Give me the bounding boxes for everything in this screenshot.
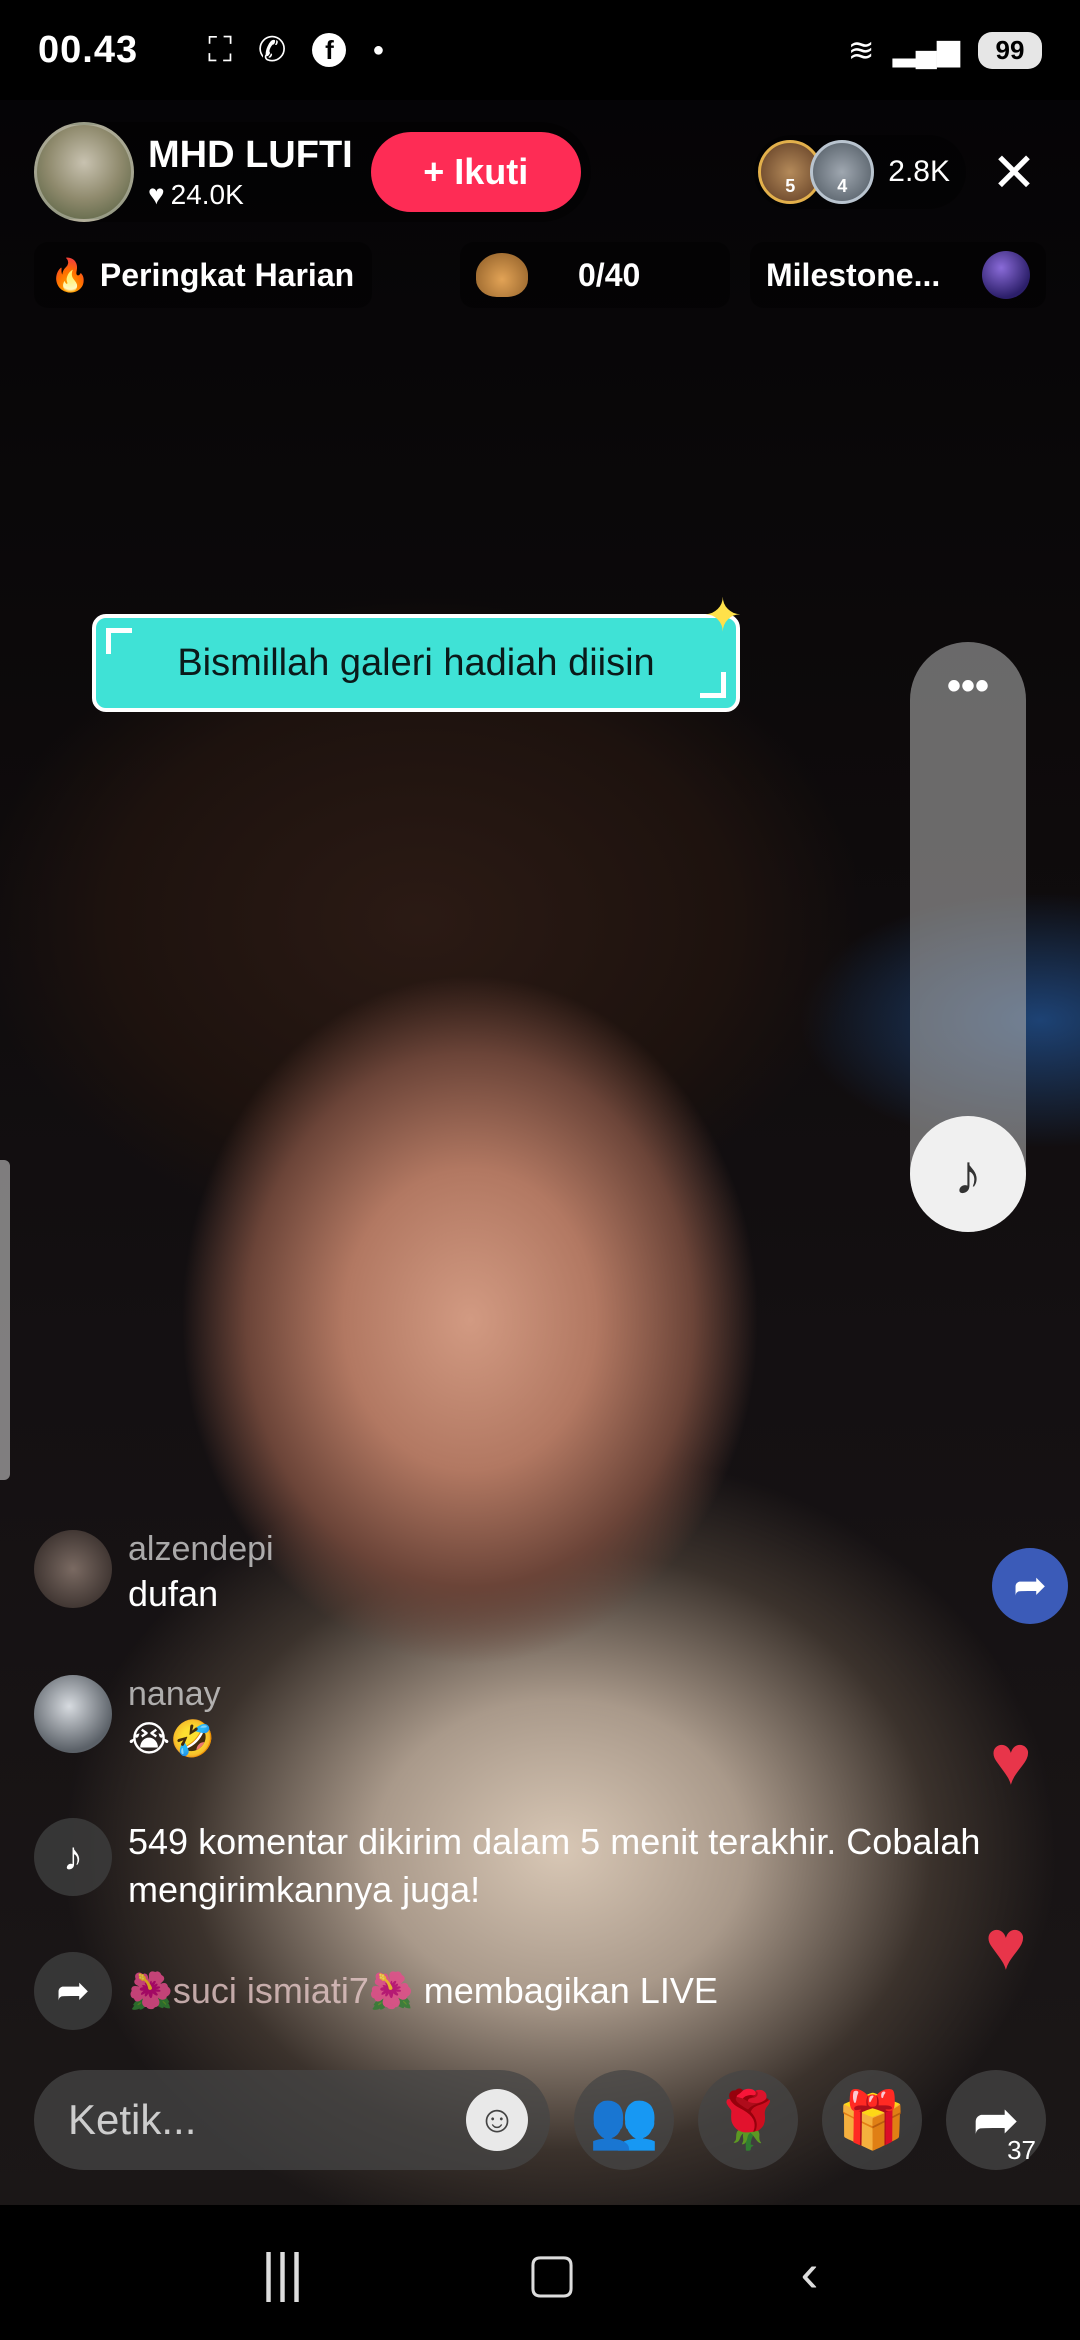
home-icon[interactable]: ▢: [527, 2241, 578, 2304]
share-icon: ➦: [34, 1952, 112, 2030]
host-avatar[interactable]: [34, 122, 134, 222]
comment-placeholder: Ketik...: [68, 2096, 197, 2143]
status-time: 00.43: [38, 28, 139, 71]
comment-username[interactable]: nanay: [128, 1675, 221, 1714]
share-action: membagikan LIVE: [423, 1970, 718, 2011]
heart-icon: ♥: [148, 178, 165, 210]
emoji-icon[interactable]: ☺: [466, 2089, 528, 2151]
screenshot-icon: ⛶: [208, 30, 232, 69]
goal-progress: 0/40: [578, 256, 641, 293]
chat-comment[interactable]: alzendepi dufan: [34, 1530, 274, 1615]
comment-username[interactable]: alzendepi: [128, 1530, 274, 1569]
milestone-chip[interactable]: Milestone...: [750, 242, 1046, 308]
top-viewers[interactable]: 5 4 2.8K: [754, 135, 966, 209]
close-icon[interactable]: ✕: [982, 140, 1046, 204]
chat-comment[interactable]: nanay 😭🤣: [34, 1675, 221, 1760]
system-message-text: 549 komentar dikirim dalam 5 menit terak…: [128, 1821, 981, 1910]
share-count: 37: [1007, 2135, 1036, 2165]
plus-icon: +: [423, 151, 445, 192]
bracket-decoration: [106, 628, 132, 654]
commenter-avatar[interactable]: [34, 1675, 112, 1753]
bottom-action-bar: Ketik... ☺ 👥 🌹 🎁 ➦ 37: [34, 2070, 1058, 2170]
missed-call-icon: ✆: [257, 31, 287, 69]
host-likes: ♥ 24.0K: [148, 179, 353, 211]
viewer-rank: 5: [785, 176, 796, 196]
gift-icon[interactable]: 🎁: [822, 2070, 922, 2170]
guest-invite-icon[interactable]: 👥: [574, 2070, 674, 2170]
side-drawer-handle[interactable]: [0, 1160, 10, 1480]
orb-icon: [982, 251, 1030, 299]
more-icon[interactable]: •••: [910, 664, 1026, 709]
likes-count: 24.0K: [170, 178, 244, 210]
share-button[interactable]: ➦ 37: [946, 2070, 1046, 2170]
dot-icon: ●: [372, 38, 385, 61]
tiktok-icon: ♪: [34, 1818, 112, 1896]
battery-indicator: 99: [978, 31, 1042, 69]
commenter-avatar[interactable]: [34, 1530, 112, 1608]
viewer-rank: 4: [837, 176, 848, 196]
system-nav-bar: ||| ▢ ‹: [0, 2205, 1080, 2340]
music-note-icon[interactable]: ♪: [910, 1116, 1026, 1232]
daily-ranking-chip[interactable]: 🔥 Peringkat Harian: [34, 242, 372, 308]
system-message: ♪ 549 komentar dikirim dalam 5 menit ter…: [34, 1818, 1008, 1914]
viewer-count[interactable]: 2.8K: [888, 155, 950, 189]
bracket-decoration: [700, 672, 726, 698]
floating-heart-icon: ♥: [985, 1906, 1027, 1984]
host-card[interactable]: MHD LUFTI ♥ 24.0K + Ikuti: [34, 122, 591, 222]
facebook-icon: f: [312, 33, 347, 67]
status-bar: 00.43 ⛶ ✆ f ● ≋ ▂▄▆ 99: [0, 0, 1080, 100]
pinned-message[interactable]: ✦ Bismillah galeri hadiah diisin: [92, 589, 742, 712]
music-volume-slider[interactable]: ••• ♪: [910, 642, 1026, 1232]
back-icon[interactable]: ‹: [801, 2242, 819, 2304]
wifi-icon: ≋: [847, 32, 875, 68]
milestone-label: Milestone...: [766, 256, 941, 293]
comment-text: dufan: [128, 1573, 219, 1614]
viewer-avatar[interactable]: 4: [810, 140, 875, 204]
gift-goal-chip[interactable]: 0/40: [460, 242, 730, 308]
share-username[interactable]: 🌺suci ismiati7🌺: [128, 1970, 414, 2012]
floating-heart-icon: ♥: [990, 1721, 1032, 1799]
comment-input[interactable]: Ketik... ☺: [34, 2070, 550, 2170]
pinned-message-text: Bismillah galeri hadiah diisin: [177, 641, 655, 684]
host-name: MHD LUFTI: [148, 133, 353, 176]
live-info-row: 🔥 Peringkat Harian 0/40 Milestone...: [34, 242, 1046, 308]
host-header: MHD LUFTI ♥ 24.0K + Ikuti 5 4 2.8K ✕: [34, 122, 1046, 222]
rose-gift-icon[interactable]: 🌹: [698, 2070, 798, 2170]
recent-apps-icon[interactable]: |||: [261, 2242, 303, 2304]
follow-label: Ikuti: [454, 151, 529, 192]
quick-share-icon[interactable]: ➦: [992, 1548, 1068, 1624]
signal-icon: ▂▄▆: [892, 33, 960, 67]
hat-icon: [476, 253, 528, 297]
status-notification-icons: ⛶ ✆ f ●: [208, 30, 384, 70]
sparkle-icon: ✦: [703, 589, 742, 641]
ranking-label: Peringkat Harian: [99, 256, 355, 293]
fire-icon: 🔥: [50, 257, 90, 293]
comment-text: 😭🤣: [128, 1718, 215, 1759]
share-event: ➦ 🌺suci ismiati7🌺 membagikan LIVE: [34, 1952, 718, 2030]
follow-button[interactable]: + Ikuti: [370, 132, 581, 212]
